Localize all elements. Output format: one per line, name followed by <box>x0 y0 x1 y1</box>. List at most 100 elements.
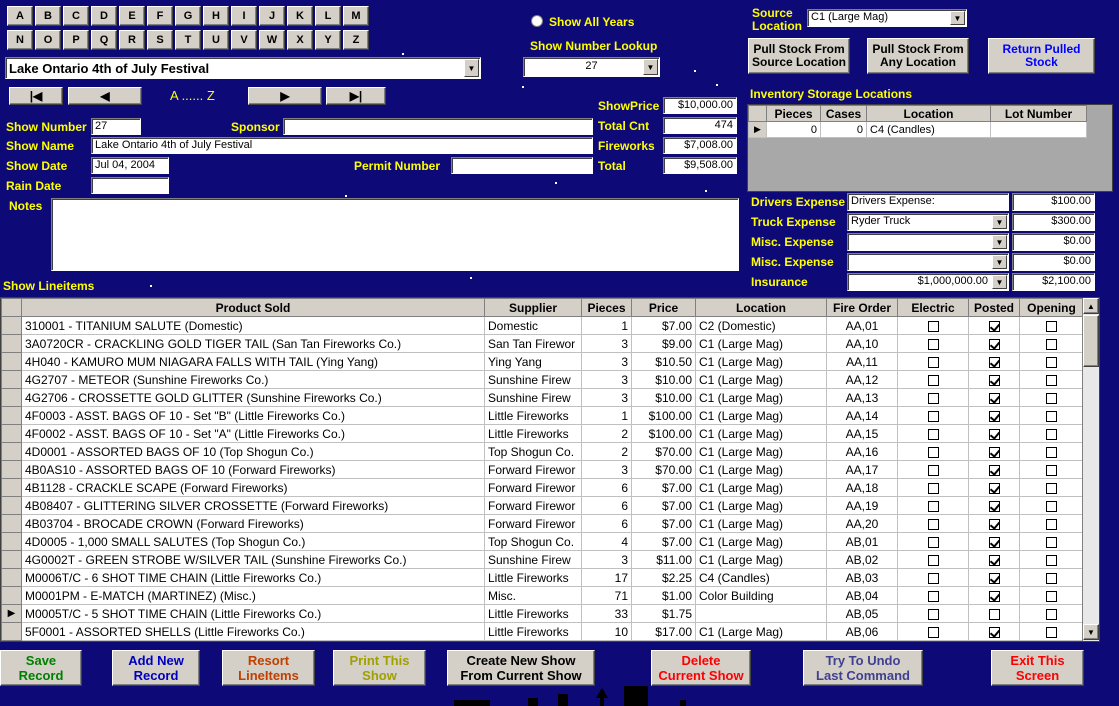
electric-checkbox[interactable] <box>927 626 939 638</box>
row-selector[interactable] <box>1 370 22 389</box>
opening-checkbox[interactable] <box>1046 374 1057 386</box>
letter-button-u[interactable]: U <box>203 30 229 50</box>
table-row[interactable]: 3A0720CR - CRACKLING GOLD TIGER TAIL (Sa… <box>1 334 1084 353</box>
drivers-expense-text[interactable]: Drivers Expense: <box>847 193 1009 211</box>
table-row[interactable]: 4D0005 - 1,000 SMALL SALUTES (Top Shogun… <box>1 532 1084 551</box>
product-cell[interactable]: 4B08407 - GLITTERING SILVER CROSSETTE (F… <box>21 496 485 515</box>
opening-checkbox[interactable] <box>1046 572 1057 584</box>
row-selector[interactable] <box>1 460 22 479</box>
letter-button-n[interactable]: N <box>7 30 33 50</box>
electric-checkbox[interactable] <box>927 536 939 548</box>
save-record-button[interactable]: Save Record <box>0 650 82 686</box>
supplier-cell[interactable]: Little Fireworks <box>484 424 582 443</box>
posted-checkbox[interactable] <box>988 392 1000 404</box>
price-cell[interactable]: $7.00 <box>631 514 696 533</box>
supplier-cell[interactable]: Sunshine Firew <box>484 550 582 569</box>
product-cell[interactable]: 4D0001 - ASSORTED BAGS OF 10 (Top Shogun… <box>21 442 485 461</box>
fire-order-cell[interactable]: AA,10 <box>826 334 898 353</box>
electric-checkbox[interactable] <box>927 482 939 494</box>
location-cell[interactable]: C1 (Large Mag) <box>695 424 827 443</box>
letter-button-k[interactable]: K <box>287 6 313 26</box>
location-cell[interactable]: C1 (Large Mag) <box>695 334 827 353</box>
location-cell[interactable]: C4 (Candles) <box>695 568 827 587</box>
electric-checkbox[interactable] <box>927 500 939 512</box>
inventory-cell[interactable]: 0 <box>820 121 867 138</box>
row-selector[interactable] <box>1 388 22 407</box>
letter-button-o[interactable]: O <box>35 30 61 50</box>
table-row[interactable]: ▶ M0005T/C - 5 SHOT TIME CHAIN (Little Fi… <box>1 604 1084 623</box>
show-name-field[interactable]: Lake Ontario 4th of July Festival <box>91 137 593 154</box>
location-cell[interactable]: Color Building <box>695 586 827 605</box>
chevron-down-icon[interactable]: ▼ <box>464 59 479 77</box>
fire-order-cell[interactable]: AA,16 <box>826 442 898 461</box>
electric-checkbox[interactable] <box>927 410 939 422</box>
product-cell[interactable]: M0005T/C - 5 SHOT TIME CHAIN (Little Fir… <box>21 604 485 623</box>
grid-scrollbar[interactable]: ▲ ▼ <box>1082 298 1099 641</box>
supplier-cell[interactable]: Forward Firewor <box>484 496 582 515</box>
electric-checkbox[interactable] <box>927 572 939 584</box>
permit-number-field[interactable] <box>451 157 593 174</box>
row-selector[interactable] <box>1 586 22 605</box>
row-selector[interactable] <box>1 496 22 515</box>
row-selector[interactable] <box>1 532 22 551</box>
supplier-cell[interactable]: Little Fireworks <box>484 406 582 425</box>
supplier-cell[interactable]: Little Fireworks <box>484 568 582 587</box>
electric-checkbox[interactable] <box>927 356 939 368</box>
product-cell[interactable]: M0006T/C - 6 SHOT TIME CHAIN (Little Fir… <box>21 568 485 587</box>
product-cell[interactable]: M0001PM - E-MATCH (MARTINEZ) (Misc.) <box>21 586 485 605</box>
inventory-cell[interactable]: 0 <box>766 121 821 138</box>
posted-checkbox[interactable] <box>988 356 1000 368</box>
scroll-thumb[interactable] <box>1083 315 1099 367</box>
grid-header-electric[interactable]: Electric <box>897 298 969 317</box>
posted-checkbox[interactable] <box>988 446 1000 458</box>
table-row[interactable]: 4B0AS10 - ASSORTED BAGS OF 10 (Forward F… <box>1 460 1084 479</box>
electric-checkbox[interactable] <box>927 338 939 350</box>
letter-button-q[interactable]: Q <box>91 30 117 50</box>
fire-order-cell[interactable]: AB,01 <box>826 532 898 551</box>
opening-checkbox[interactable] <box>1046 608 1057 620</box>
row-pointer-icon[interactable]: ▶ <box>1 604 22 623</box>
price-cell[interactable]: $100.00 <box>631 424 696 443</box>
previous-record-button[interactable]: ◀ <box>68 87 142 105</box>
row-selector[interactable] <box>1 550 22 569</box>
table-row[interactable]: 4B08407 - GLITTERING SILVER CROSSETTE (F… <box>1 496 1084 515</box>
table-row[interactable]: 4G2707 - METEOR (Sunshine Fireworks Co.)… <box>1 370 1084 389</box>
pieces-cell[interactable]: 3 <box>581 352 632 371</box>
electric-checkbox[interactable] <box>927 428 939 440</box>
electric-checkbox[interactable] <box>927 464 939 476</box>
price-cell[interactable]: $9.00 <box>631 334 696 353</box>
row-selector[interactable] <box>1 514 22 533</box>
supplier-cell[interactable]: Domestic <box>484 316 582 335</box>
letter-button-c[interactable]: C <box>63 6 89 26</box>
letter-button-y[interactable]: Y <box>315 30 341 50</box>
chevron-down-icon[interactable]: ▼ <box>992 255 1007 269</box>
price-cell[interactable]: $1.75 <box>631 604 696 623</box>
opening-checkbox[interactable] <box>1046 428 1057 440</box>
row-selector[interactable] <box>1 442 22 461</box>
fire-order-cell[interactable]: AA,19 <box>826 496 898 515</box>
letter-button-v[interactable]: V <box>231 30 257 50</box>
letter-button-p[interactable]: P <box>63 30 89 50</box>
product-cell[interactable]: 4D0005 - 1,000 SMALL SALUTES (Top Shogun… <box>21 532 485 551</box>
posted-checkbox[interactable] <box>988 518 1000 530</box>
supplier-cell[interactable]: Little Fireworks <box>484 622 582 641</box>
location-cell[interactable]: C1 (Large Mag) <box>695 442 827 461</box>
inventory-cell[interactable]: C4 (Candles) <box>866 121 991 138</box>
pieces-cell[interactable]: 1 <box>581 406 632 425</box>
price-cell[interactable]: $17.00 <box>631 622 696 641</box>
letter-button-w[interactable]: W <box>259 30 285 50</box>
grid-header-location[interactable]: Location <box>695 298 827 317</box>
resort-lineitems-button[interactable]: Resort LineItems <box>222 650 315 686</box>
inventory-cell[interactable] <box>990 121 1087 138</box>
table-row[interactable]: 4F0003 - ASST. BAGS OF 10 - Set "B" (Lit… <box>1 406 1084 425</box>
row-selector[interactable] <box>1 406 22 425</box>
next-record-button[interactable]: ▶ <box>248 87 322 105</box>
opening-checkbox[interactable] <box>1046 446 1057 458</box>
pieces-cell[interactable]: 6 <box>581 514 632 533</box>
notes-field[interactable] <box>51 198 739 271</box>
location-cell[interactable]: C1 (Large Mag) <box>695 478 827 497</box>
opening-checkbox[interactable] <box>1046 590 1057 602</box>
table-row[interactable]: 5F0001 - ASSORTED SHELLS (Little Firewor… <box>1 622 1084 641</box>
pieces-cell[interactable]: 2 <box>581 442 632 461</box>
electric-checkbox[interactable] <box>927 446 939 458</box>
